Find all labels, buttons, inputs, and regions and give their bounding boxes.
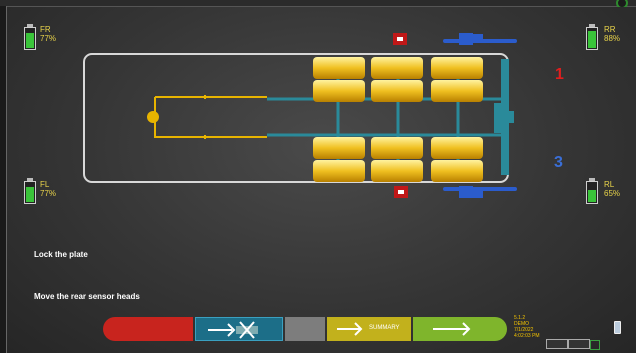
next-button[interactable] [413,317,507,341]
rear-bar [494,59,514,175]
hitch-icon [147,111,159,123]
sensor-head-front-left-icon [394,186,408,198]
skip-arrow-icon [208,321,258,339]
sensor-head-front-right-icon [393,33,407,45]
time-text: 4:02:03 PM [514,333,540,339]
title-bar [0,0,636,9]
device-icon[interactable] [614,321,621,334]
instruction-move-sensors: Move the rear sensor heads [34,292,140,301]
keyboard-alt-icon[interactable] [568,339,590,349]
network-icon[interactable] [590,340,600,350]
drawbar [154,95,267,139]
status-info: 5.1.2 DEMO 7/1/2022 4:02:03 PM [514,315,540,339]
app-window: FR 77% RR 88% FL 77% RL 65% 1 3 Lock the… [0,0,636,353]
pause-button[interactable] [285,317,325,341]
next-arrow-icon [433,322,471,336]
keyboard-icon[interactable] [546,339,568,349]
left-border [0,6,7,353]
alignment-screen: FR 77% RR 88% FL 77% RL 65% 1 3 Lock the… [7,7,636,353]
sensor-head-rear-left-icon [443,186,517,198]
skip-button[interactable] [195,317,283,341]
instruction-lock-plate: Lock the plate [34,250,88,259]
axle-marker-one: 1 [555,66,564,83]
trailer-diagram: 1 3 [83,33,564,198]
summary-button[interactable]: SUMMARY [327,317,411,341]
sensor-head-rear-right-icon [443,33,517,45]
back-button[interactable] [103,317,193,341]
axle-marker-three: 3 [554,154,563,171]
summary-label: SUMMARY [369,325,400,331]
